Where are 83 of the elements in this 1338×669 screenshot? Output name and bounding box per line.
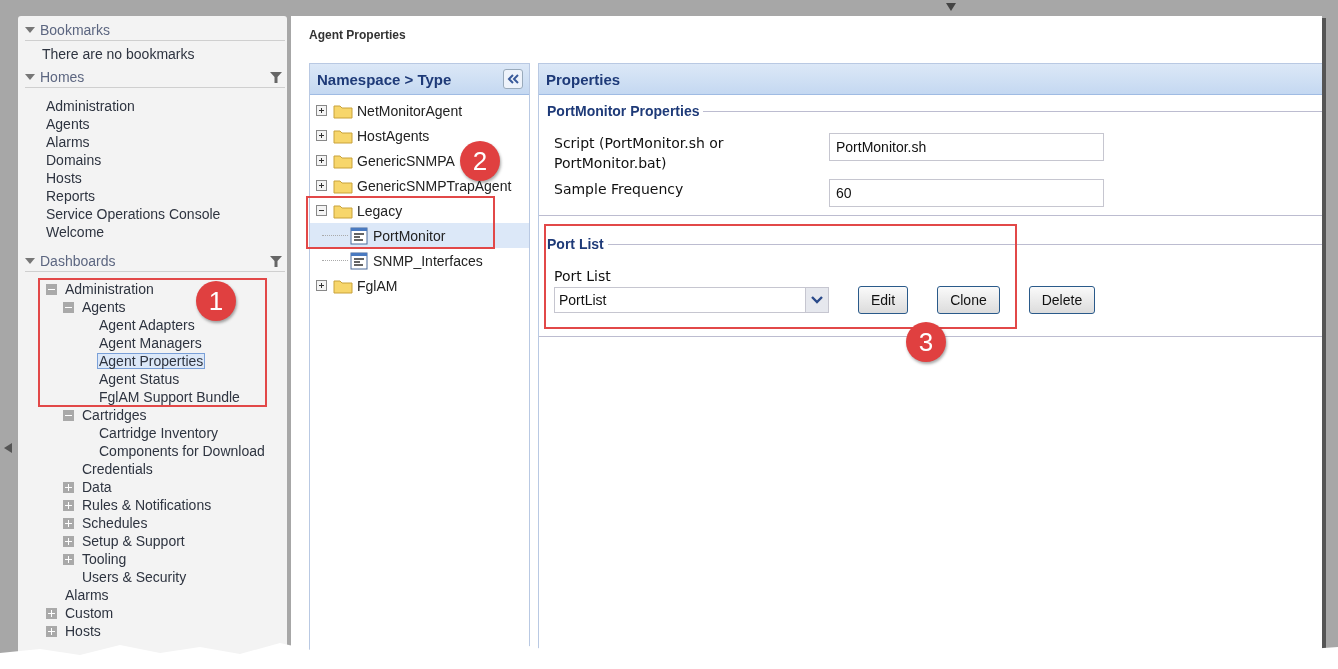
step-badge: 2 bbox=[460, 141, 500, 181]
tree-item[interactable]: Credentials bbox=[80, 461, 155, 477]
nav-link[interactable]: Hosts bbox=[46, 169, 82, 187]
nav-link[interactable]: Service Operations Console bbox=[46, 205, 221, 223]
tree-item[interactable]: Cartridge Inventory bbox=[97, 425, 221, 441]
tree-item[interactable]: Agent Managers bbox=[97, 335, 204, 351]
nav-link[interactable]: Administration bbox=[46, 97, 135, 115]
section-title: Dashboards bbox=[40, 253, 117, 269]
page-title: Agent Properties bbox=[309, 28, 407, 44]
field-label: Script (PortMonitor.sh or PortMonitor.bat) bbox=[554, 134, 725, 173]
tree-item[interactable]: FglAM bbox=[357, 277, 398, 294]
step-badge: 3 bbox=[906, 322, 946, 362]
nav-link[interactable]: Alarms bbox=[46, 133, 90, 151]
tree-item[interactable]: FglAM Support Bundle bbox=[97, 389, 242, 405]
nav-link[interactable]: Welcome bbox=[46, 223, 105, 241]
tree-item[interactable]: Schedules bbox=[80, 515, 150, 531]
tree-item[interactable]: Legacy bbox=[357, 202, 403, 219]
tree-item[interactable]: Agent Adapters bbox=[97, 317, 197, 333]
panel-title: Properties bbox=[546, 70, 621, 88]
expand-icon[interactable] bbox=[316, 130, 327, 141]
folder-icon bbox=[333, 127, 353, 144]
expand-icon[interactable] bbox=[316, 280, 327, 291]
tree-item[interactable]: SNMP_Interfaces bbox=[373, 252, 483, 269]
caret-icon[interactable] bbox=[25, 74, 35, 80]
filter-icon[interactable] bbox=[270, 71, 282, 83]
section-header[interactable]: Bookmarks bbox=[25, 20, 285, 41]
tree-item[interactable]: Rules & Notifications bbox=[80, 497, 214, 513]
expand-arrow-icon[interactable] bbox=[4, 443, 12, 453]
step-badge: 1 bbox=[196, 281, 236, 321]
folder-icon bbox=[333, 152, 353, 169]
tree-item[interactable]: GenericSNMPA bbox=[357, 152, 455, 169]
section-header[interactable]: Dashboards bbox=[25, 251, 285, 272]
tree-item[interactable]: NetMonitorAgent bbox=[357, 102, 463, 119]
tree-item[interactable]: Agent Status bbox=[97, 371, 182, 387]
collapse-button[interactable] bbox=[503, 69, 523, 89]
tree-item[interactable]: Setup & Support bbox=[80, 533, 187, 549]
tree-item[interactable]: PortMonitor bbox=[373, 227, 446, 244]
text-field[interactable]: PortMonitor.sh bbox=[829, 133, 1104, 161]
caret-icon[interactable] bbox=[25, 27, 35, 33]
empty-message: There are no bookmarks bbox=[41, 45, 196, 64]
tree-item[interactable]: Custom bbox=[63, 605, 116, 621]
expand-icon[interactable] bbox=[316, 180, 327, 191]
nav-link[interactable]: Agents bbox=[46, 115, 90, 133]
field-label: Port List bbox=[553, 267, 612, 286]
tree-item[interactable]: HostAgents bbox=[357, 127, 430, 144]
expand-icon[interactable] bbox=[316, 105, 327, 116]
tree-item[interactable]: Cartridges bbox=[80, 407, 149, 423]
field-label: Sample Frequency bbox=[554, 180, 685, 199]
document-icon bbox=[350, 251, 368, 270]
nav-link[interactable]: Reports bbox=[46, 187, 96, 205]
action-button[interactable]: Clone bbox=[937, 286, 1000, 314]
tree-item[interactable]: Data bbox=[80, 479, 114, 495]
collapse-icon[interactable] bbox=[316, 205, 327, 216]
text-field[interactable]: 60 bbox=[829, 179, 1104, 207]
group-legend: Port List bbox=[547, 236, 604, 252]
tree-item[interactable]: Administration bbox=[63, 281, 156, 297]
expand-icon[interactable] bbox=[316, 155, 327, 166]
caret-icon[interactable] bbox=[25, 258, 35, 264]
tree-item[interactable]: Alarms bbox=[63, 587, 111, 603]
chevron-down-icon bbox=[811, 296, 823, 304]
nav-link[interactable]: Domains bbox=[46, 151, 102, 169]
double-chevron-icon bbox=[507, 74, 519, 84]
dropdown[interactable]: PortList bbox=[554, 287, 829, 313]
folder-icon bbox=[333, 102, 353, 119]
tree-item[interactable]: Users & Security bbox=[80, 569, 189, 585]
section-title: Homes bbox=[40, 69, 86, 85]
folder-icon bbox=[333, 202, 353, 219]
tree-item[interactable]: Agents bbox=[80, 299, 128, 315]
tree-item[interactable]: Agent Properties bbox=[97, 353, 206, 369]
action-button[interactable]: Delete bbox=[1028, 286, 1096, 314]
group-legend: PortMonitor Properties bbox=[547, 103, 700, 119]
collapse-arrow-icon[interactable] bbox=[946, 3, 956, 11]
action-button[interactable]: Edit bbox=[858, 286, 909, 314]
folder-icon bbox=[333, 177, 353, 194]
tree-item[interactable]: Tooling bbox=[80, 551, 129, 567]
section-title: Bookmarks bbox=[40, 22, 112, 38]
folder-icon bbox=[333, 277, 353, 294]
section-header[interactable]: Homes bbox=[25, 67, 285, 88]
tree-item[interactable]: Hosts bbox=[63, 623, 103, 639]
filter-icon[interactable] bbox=[270, 255, 282, 267]
panel-title: Namespace > Type bbox=[317, 70, 452, 88]
document-icon bbox=[350, 226, 368, 245]
tree-item[interactable]: Components for Download bbox=[97, 443, 267, 459]
